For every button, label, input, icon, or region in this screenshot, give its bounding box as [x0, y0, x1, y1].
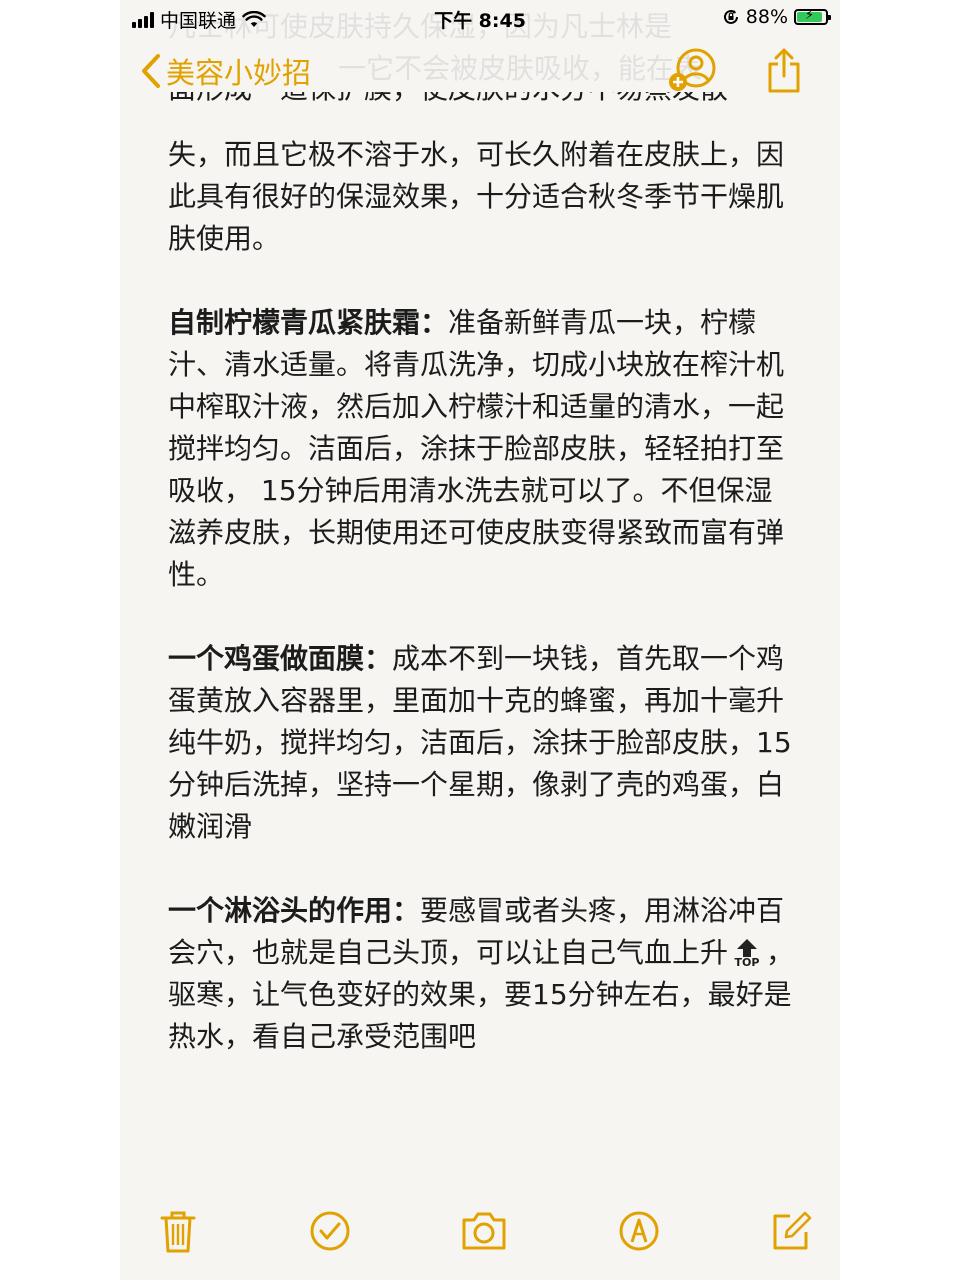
compose-icon [773, 1211, 812, 1250]
note-section: 一个淋浴头的作用：要感冒或者头疼，用淋浴冲百会穴，也就是自己头顶，可以让自己气血… [168, 890, 796, 1058]
share-icon [768, 48, 800, 93]
note-section: 自制柠檬青瓜紧肤霜：准备新鲜青瓜一块，柠檬汁、清水适量。将青瓜洗净，切成小块放在… [168, 302, 796, 596]
battery-percent: 88% [745, 6, 788, 28]
orientation-lock-icon [723, 9, 738, 24]
section-heading: 一个淋浴头的作用： [168, 894, 421, 927]
camera-button[interactable] [460, 1210, 508, 1256]
section-heading: 自制柠檬青瓜紧肤霜： [168, 306, 449, 339]
delete-button[interactable] [158, 1210, 198, 1258]
navigation-bar: 美容小妙招 [120, 36, 840, 106]
bottom-toolbar [120, 1190, 840, 1280]
status-bar: 中国联通 下午 8:45 88% ⚡ [120, 0, 840, 36]
note-intro: 失，而且它极不溶于水，可长久附着在皮肤上，因此具有很好的保湿效果，十分适合秋冬季… [168, 138, 785, 255]
add-person-icon [669, 48, 716, 91]
battery-icon: ⚡ [794, 8, 831, 25]
top-emoji-label: TOP [734, 956, 760, 969]
share-button[interactable] [766, 48, 802, 98]
section-heading: 一个鸡蛋做面膜： [168, 642, 393, 675]
note-body[interactable]: 面形成一道保护膜，使皮肤的水分不易蒸发散 失，而且它极不溶于水，可长久附着在皮肤… [168, 92, 796, 1100]
note-section: 一个鸡蛋做面膜：成本不到一块钱，首先取一个鸡蛋黄放入容器里，里面加十克的蜂蜜，再… [168, 638, 796, 848]
checklist-button[interactable] [309, 1210, 351, 1256]
section-body: 准备新鲜青瓜一块，柠檬汁、清水适量。将青瓜洗净，切成小块放在榨汁机中榨取汁液，然… [168, 306, 785, 591]
back-label: 美容小妙招 [166, 56, 312, 90]
charging-bolt-icon: ⚡ [805, 8, 815, 23]
markup-pen-icon [619, 1211, 659, 1251]
add-person-button[interactable] [668, 48, 718, 98]
camera-icon [462, 1212, 506, 1250]
compose-button[interactable] [770, 1210, 812, 1256]
notes-screen: 中国联通 下午 8:45 88% ⚡ 凡士林可使皮肤持久保湿，因为凡士林是 一它… [120, 0, 840, 1280]
back-button[interactable]: 美容小妙招 [140, 50, 311, 92]
up-arrow-icon [737, 939, 758, 957]
checkmark-circle-icon [310, 1211, 350, 1251]
markup-button[interactable] [618, 1210, 660, 1256]
top-arrow-emoji-icon: TOP [730, 939, 764, 969]
status-right: 88% ⚡ [722, 6, 831, 28]
chevron-left-icon [142, 54, 160, 88]
trash-icon [160, 1211, 196, 1253]
